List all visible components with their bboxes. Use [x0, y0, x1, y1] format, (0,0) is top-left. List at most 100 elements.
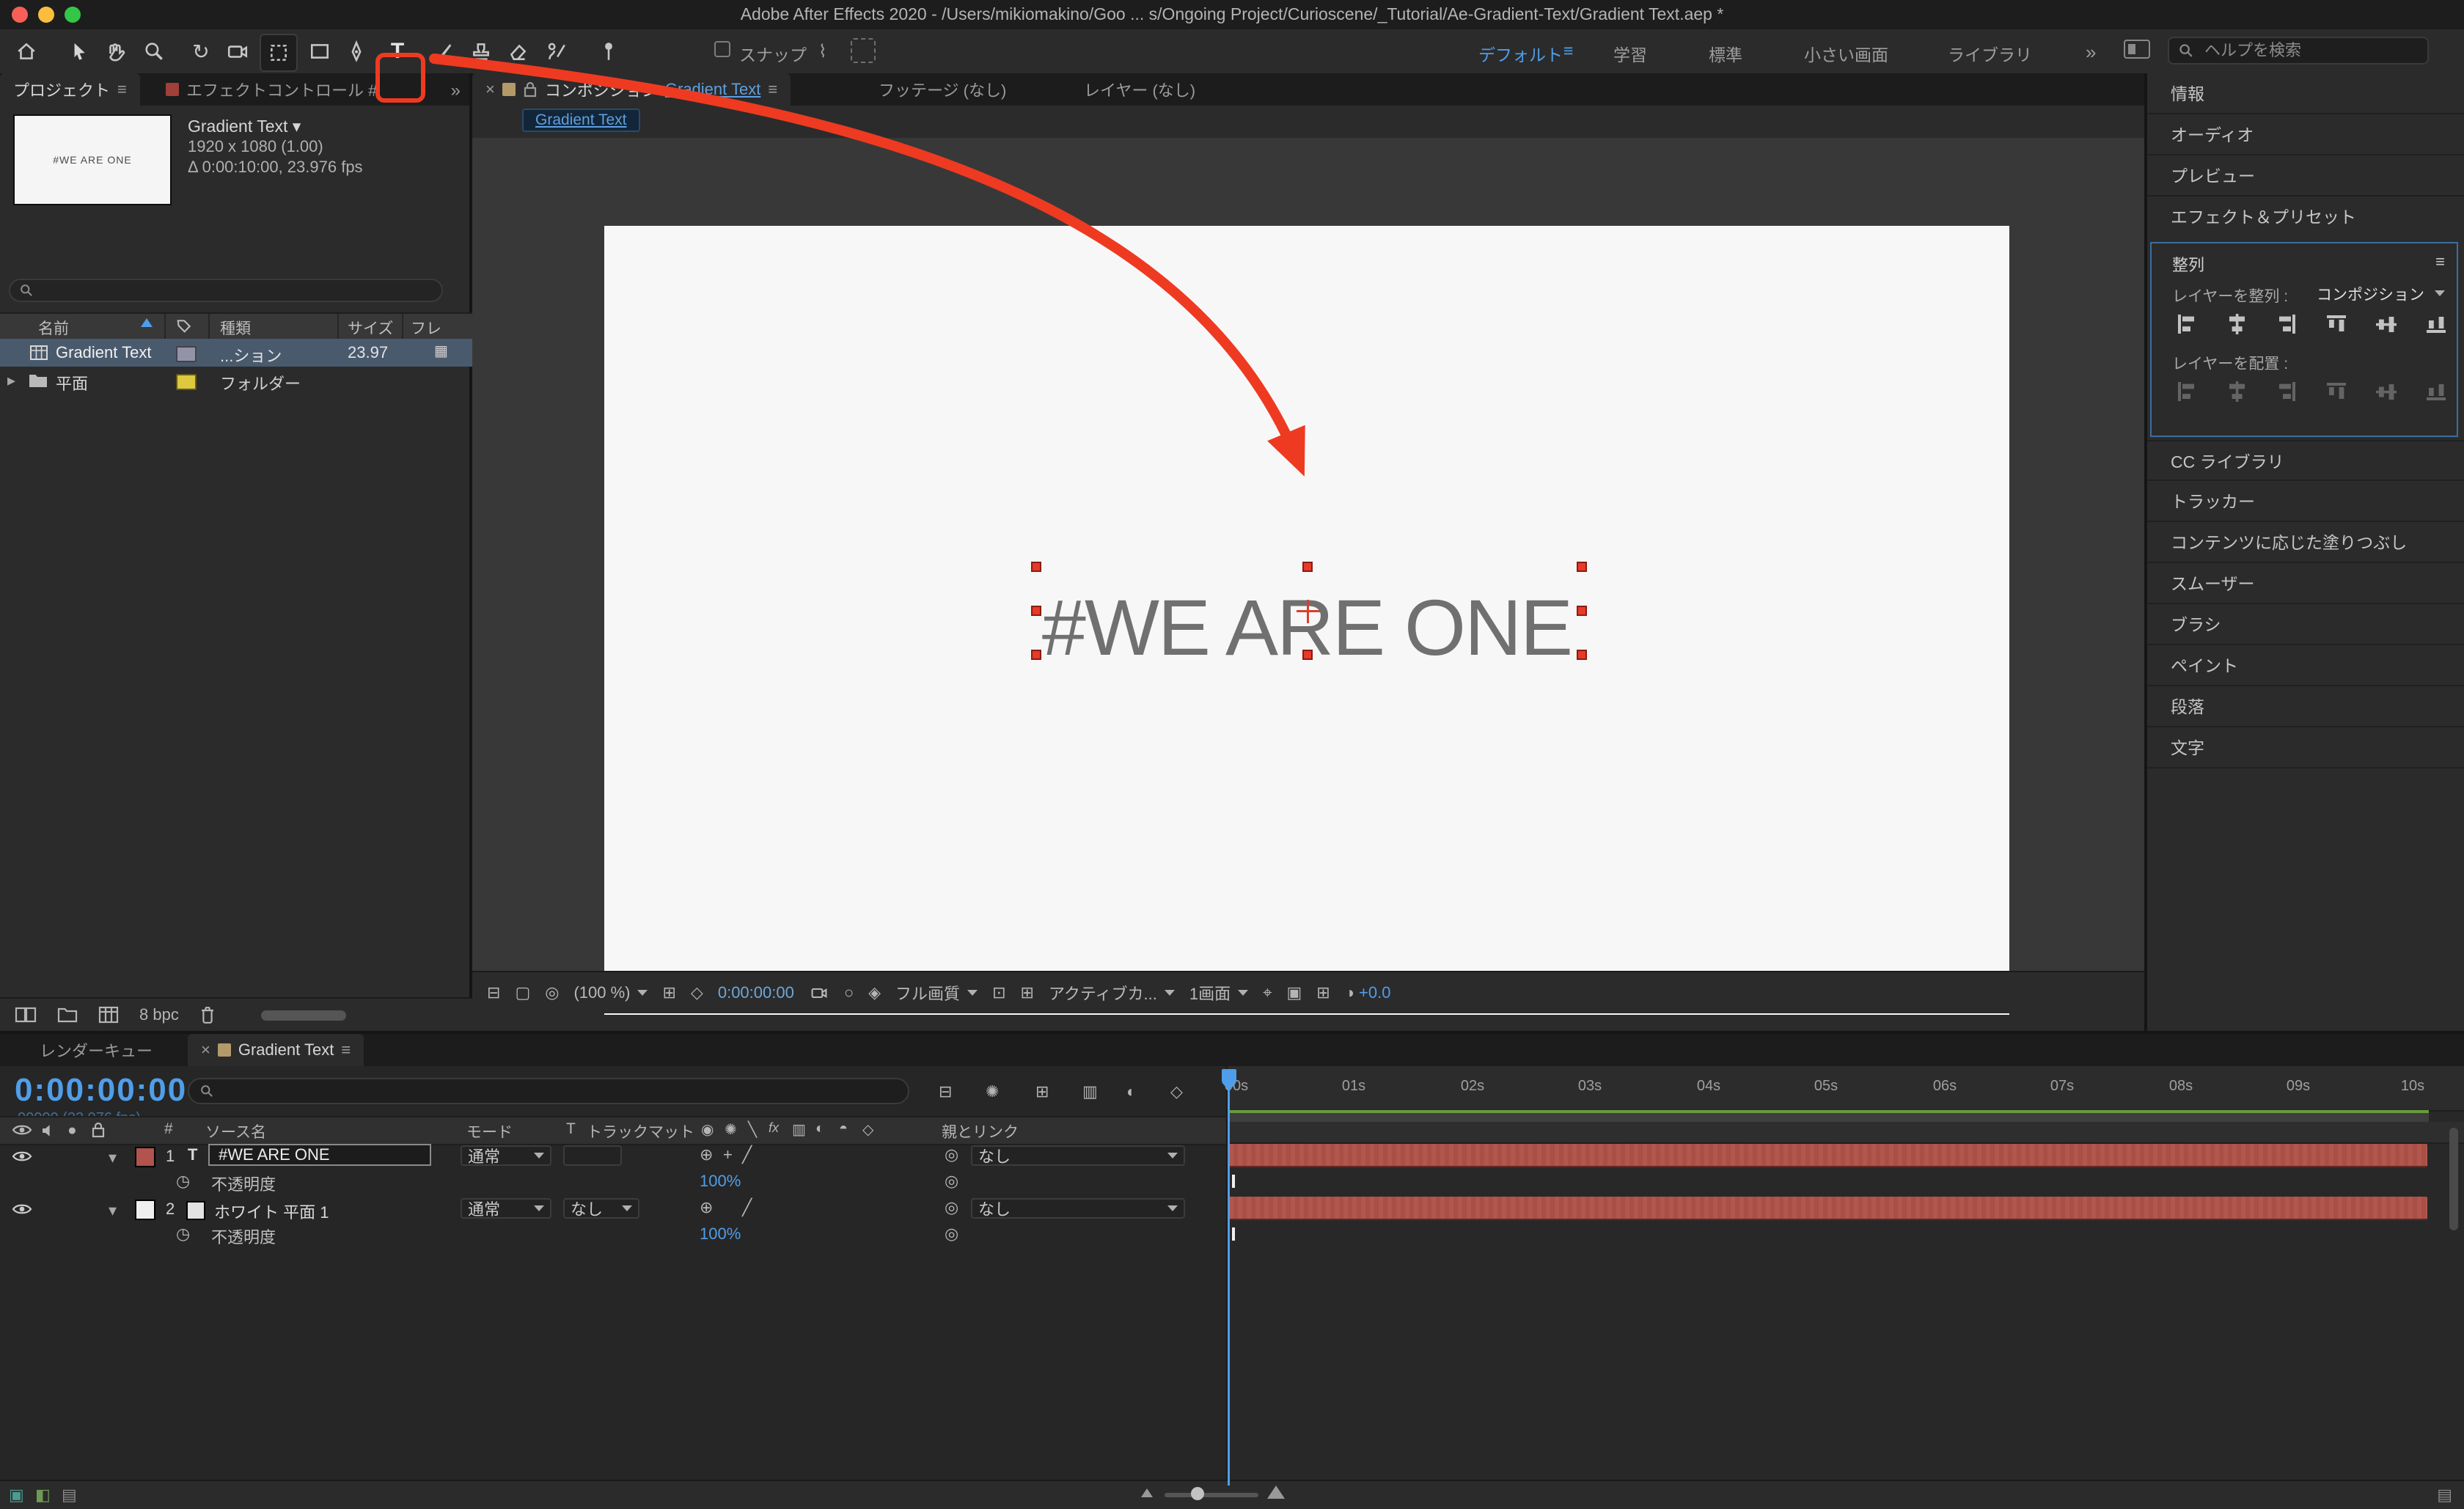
close-tab-icon[interactable]: ×	[485, 80, 495, 99]
graph-editor-icon[interactable]: ◇	[1170, 1082, 1183, 1101]
workspace-menu-icon[interactable]: ≡	[1563, 41, 1573, 61]
cache-status-icon[interactable]: ◧	[35, 1486, 51, 1505]
trash-icon[interactable]	[199, 1005, 216, 1024]
current-time-display[interactable]: 0:00:00:00	[15, 1072, 187, 1109]
property-name[interactable]: 不透明度	[211, 1225, 276, 1248]
twirl-icon[interactable]: ▸	[7, 371, 15, 390]
column-trkmat[interactable]: トラックマット	[587, 1120, 694, 1142]
timeline-zoom-slider[interactable]	[1165, 1493, 1258, 1497]
column-type[interactable]: 種類	[220, 317, 251, 339]
property-pickwhip-icon[interactable]: ◎	[945, 1172, 958, 1191]
panel-paint[interactable]: ペイント	[2147, 645, 2464, 686]
comp-current-time[interactable]: 0:00:00:00	[718, 983, 794, 1002]
position-switch-icon[interactable]: +	[723, 1145, 733, 1164]
help-search-input[interactable]	[2201, 40, 2419, 62]
workspace-learn[interactable]: 学習	[1613, 41, 1647, 66]
align-target-dropdown[interactable]: コンポジション	[2317, 283, 2424, 305]
chevron-down-icon[interactable]	[2435, 290, 2445, 296]
parent-dropdown[interactable]: なし	[971, 1198, 1185, 1219]
camera-dropdown[interactable]: アクティブカ...	[1049, 981, 1175, 1005]
column-source-name[interactable]: ソース名	[205, 1120, 266, 1142]
rotate-tool-button[interactable]: ↻	[183, 34, 219, 69]
pen-tool-button[interactable]	[339, 34, 374, 69]
twirl-icon[interactable]: ▾	[109, 1201, 117, 1220]
selection-handle[interactable]	[1031, 606, 1041, 616]
label-color-swatch[interactable]	[176, 346, 197, 362]
time-ruler[interactable]: 00s 01s 02s 03s 04s 05s 06s 07s 08s 09s …	[1225, 1066, 2464, 1112]
column-size[interactable]: サイズ	[348, 317, 393, 339]
timeline-search-box[interactable]	[188, 1078, 909, 1104]
motion-blur-icon[interactable]: ◐	[1126, 1082, 1136, 1101]
zoom-slider-knob[interactable]	[1191, 1487, 1204, 1500]
selection-handle[interactable]	[1577, 562, 1587, 572]
hand-tool-button[interactable]	[98, 34, 133, 69]
label-tag-icon[interactable]	[176, 318, 194, 334]
parent-pickwhip-icon[interactable]: ◎	[945, 1145, 958, 1164]
align-top-button[interactable]	[2323, 306, 2350, 342]
property-value[interactable]: 100%	[700, 1172, 741, 1191]
snap-angle-icon[interactable]: ⌇	[818, 41, 827, 62]
shape-tool-button[interactable]	[302, 34, 337, 69]
puppet-pin-tool-button[interactable]	[591, 34, 626, 69]
blend-mode-dropdown[interactable]: 通常	[461, 1198, 551, 1219]
pan-behind-tool-button[interactable]	[260, 34, 298, 72]
solo-column-icon[interactable]: ●	[67, 1122, 77, 1139]
workspace-default[interactable]: デフォルト	[1478, 41, 1563, 66]
tab-layer[interactable]: レイヤー (なし)	[1071, 73, 1209, 106]
align-vcenter-button[interactable]	[2373, 306, 2399, 342]
workspace-standard[interactable]: 標準	[1709, 41, 1742, 66]
parent-pickwhip-icon[interactable]: ◎	[945, 1198, 958, 1217]
selection-handle[interactable]	[1302, 650, 1313, 660]
tab-effect-controls[interactable]: エフェクトコントロール #	[153, 73, 390, 106]
project-row-solids-folder[interactable]: ▸ 平面 フォルダー	[0, 367, 472, 394]
sort-ascending-icon[interactable]	[141, 318, 153, 327]
comp-viewer[interactable]: #WE ARE ONE	[472, 138, 2144, 1015]
resolution-dropdown[interactable]: フル画質	[895, 981, 978, 1005]
tab-project[interactable]: プロジェクト ≡	[0, 73, 140, 106]
panel-content-aware-fill[interactable]: コンテンツに応じた塗りつぶし	[2147, 522, 2464, 563]
audio-column-icon[interactable]	[41, 1123, 56, 1138]
panel-cc-libraries[interactable]: CC ライブラリ	[2147, 440, 2464, 481]
panel-paragraph[interactable]: 段落	[2147, 686, 2464, 727]
snap-checkbox[interactable]	[714, 41, 730, 57]
project-row-gradient-text[interactable]: Gradient Text ...ション 23.97 ▦	[0, 339, 472, 367]
collapse-icon[interactable]: ✺	[725, 1120, 737, 1139]
panel-menu-icon[interactable]: ≡	[2435, 252, 2445, 271]
performance-icon[interactable]: ▤	[62, 1486, 77, 1505]
eye-column-icon[interactable]	[12, 1123, 32, 1137]
horizontal-scrollbar-thumb[interactable]	[261, 1010, 346, 1021]
frame-blend-icon[interactable]: ▥	[792, 1120, 806, 1139]
panel-menu-icon[interactable]: ≡	[341, 1040, 351, 1060]
anchor-switch-icon[interactable]: ⊕	[700, 1198, 713, 1217]
layer-name-input[interactable]	[216, 1144, 424, 1166]
color-depth-button[interactable]: 8 bpc	[139, 1005, 179, 1024]
property-name[interactable]: 不透明度	[211, 1172, 276, 1195]
panel-smoother[interactable]: スムーザー	[2147, 563, 2464, 604]
interpret-footage-icon[interactable]	[15, 1005, 37, 1024]
timeline-track-area[interactable]: 00s 01s 02s 03s 04s 05s 06s 07s 08s 09s …	[1222, 1066, 2464, 1487]
comp-flowchart-icon[interactable]: ⊞	[1316, 983, 1330, 1002]
draft3d-icon[interactable]: ✺	[986, 1082, 999, 1101]
timeline-search-input[interactable]	[221, 1078, 898, 1104]
home-tool-button[interactable]	[9, 34, 44, 69]
stopwatch-icon[interactable]: ◷	[176, 1172, 190, 1191]
selection-handle[interactable]	[1577, 650, 1587, 660]
composition-mini-flowchart-icon[interactable]: ⊟	[939, 1082, 952, 1101]
lock-icon[interactable]	[523, 81, 538, 98]
render-status-icon[interactable]: ▣	[9, 1486, 24, 1505]
clone-stamp-tool-button[interactable]	[463, 34, 499, 69]
layer-name-field[interactable]	[208, 1144, 431, 1166]
zoom-in-mountain-icon[interactable]	[1267, 1486, 1285, 1499]
project-search-box[interactable]	[9, 277, 443, 304]
tab-render-queue[interactable]: レンダーキュー	[26, 1034, 166, 1066]
eye-icon[interactable]	[12, 1150, 32, 1163]
column-name[interactable]: 名前	[38, 317, 69, 339]
anchor-switch-icon[interactable]: ⊕	[700, 1145, 713, 1164]
selection-tool-button[interactable]	[62, 34, 97, 69]
distribute-bottom-button[interactable]	[2269, 378, 2304, 405]
show-snapshot-icon[interactable]: ○	[844, 983, 854, 1002]
label-color-swatch[interactable]	[176, 374, 197, 390]
magnification-dropdown[interactable]: (100 %)	[573, 983, 648, 1002]
shy-icon[interactable]: ◉	[701, 1120, 714, 1139]
panel-tracker[interactable]: トラッカー	[2147, 481, 2464, 522]
